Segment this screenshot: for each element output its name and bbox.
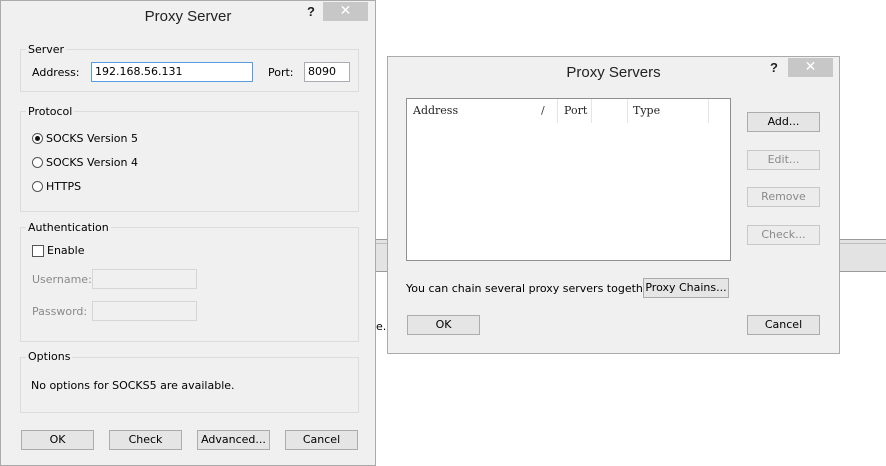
checkbox-box [32,244,44,257]
column-header-type[interactable]: Type [627,99,709,123]
address-input[interactable]: 192.168.56.131 [91,62,253,82]
add-button[interactable]: Add... [747,112,820,132]
sort-indicator: / [541,104,545,117]
title-bar: Proxy Server ? ✕ [1,1,375,31]
port-input[interactable]: 8090 [304,62,350,82]
close-button[interactable]: ✕ [323,2,368,21]
protocol-group-label: Protocol [26,105,75,118]
socks4-radio[interactable]: SOCKS Version 4 [32,156,138,169]
proxy-chains-button[interactable]: Proxy Chains... [643,278,729,298]
edit-button[interactable]: Edit... [747,150,820,170]
port-label: Port: [268,66,294,79]
socks5-radio[interactable]: SOCKS Version 5 [32,132,138,145]
chain-description: You can chain several proxy servers toge… [406,282,658,295]
background-text-fragment: e. [376,320,387,333]
password-input[interactable] [92,301,197,321]
help-button[interactable]: ? [299,2,323,22]
ok-button[interactable]: OK [21,430,94,450]
options-group-label: Options [26,350,73,363]
proxy-servers-dialog: Proxy Servers ? ✕ Address / Port Type Ad… [387,56,840,354]
close-button[interactable]: ✕ [788,58,833,77]
ok-button[interactable]: OK [407,315,480,335]
socks5-label: SOCKS Version 5 [46,132,138,145]
advanced-button[interactable]: Advanced... [197,430,270,450]
cancel-button[interactable]: Cancel [747,315,820,335]
column-header-port[interactable]: Port [558,99,592,123]
password-label: Password: [32,305,88,318]
radio-indicator [32,157,43,168]
proxy-server-dialog: Proxy Server ? ✕ Server Address: 192.168… [0,0,376,466]
https-label: HTTPS [46,180,82,193]
help-button[interactable]: ? [762,58,786,78]
server-group-label: Server [26,43,67,56]
options-message: No options for SOCKS5 are available. [31,379,235,392]
radio-indicator-selected [32,133,43,144]
proxy-list[interactable]: Address / Port Type [406,98,731,261]
title-bar: Proxy Servers ? ✕ [388,57,839,87]
address-label: Address: [32,66,80,79]
check-button[interactable]: Check [109,430,182,450]
socks4-label: SOCKS Version 4 [46,156,138,169]
enable-checkbox[interactable]: Enable [32,244,84,257]
column-header-address[interactable]: Address [407,99,558,123]
radio-indicator [32,181,43,192]
username-label: Username: [32,273,92,286]
check-button[interactable]: Check... [747,225,820,245]
enable-label: Enable [47,244,85,257]
remove-button[interactable]: Remove [747,187,820,207]
username-input[interactable] [92,269,197,289]
authentication-group-label: Authentication [26,221,111,234]
https-radio[interactable]: HTTPS [32,180,81,193]
cancel-button[interactable]: Cancel [285,430,358,450]
